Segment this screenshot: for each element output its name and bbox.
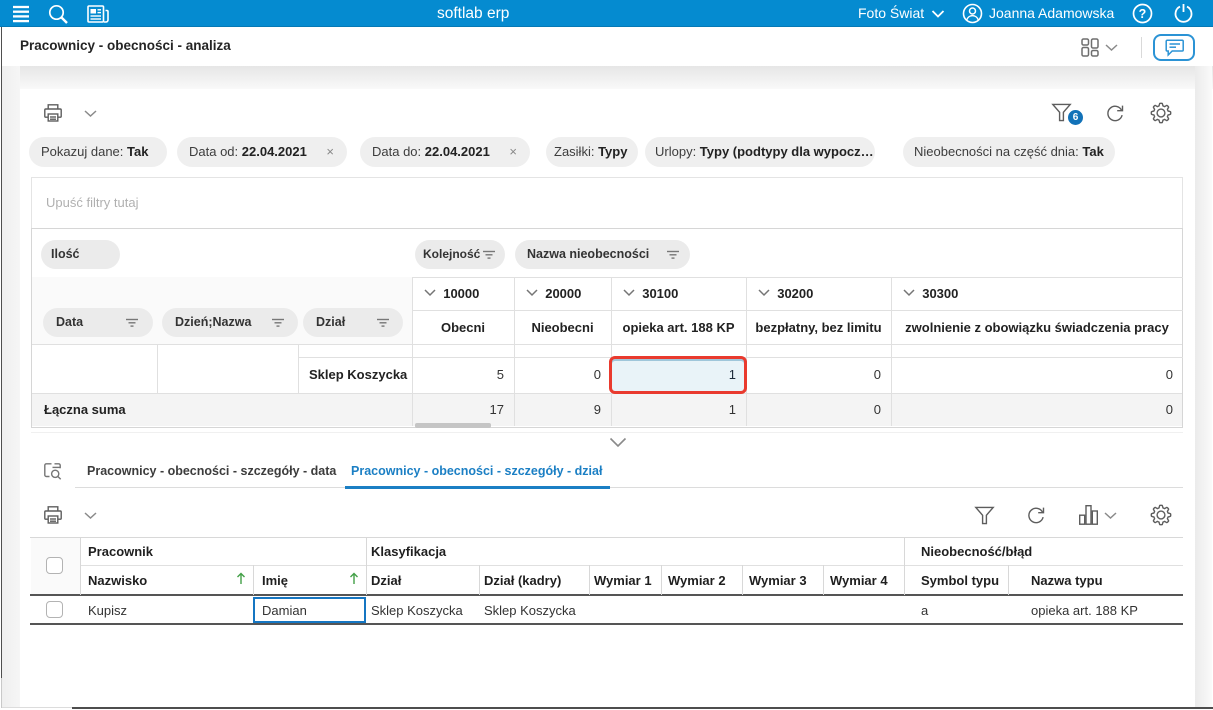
svg-text:?: ? <box>1139 7 1147 21</box>
